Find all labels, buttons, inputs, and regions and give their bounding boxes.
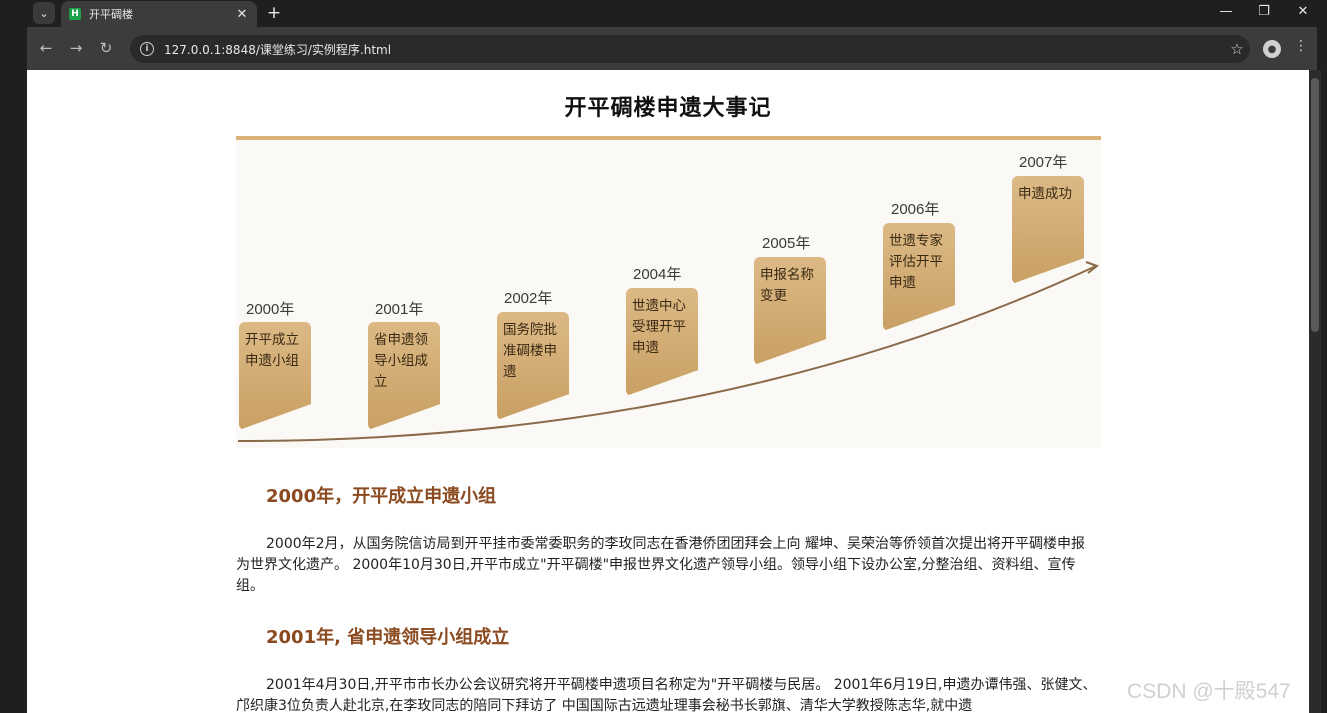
timeline-year: 2001年 (375, 301, 424, 318)
timeline-year: 2002年 (504, 290, 553, 307)
timeline-event: 世遗专家评估开平申遗 (889, 233, 943, 291)
menu-dots-icon[interactable]: ⋮ (1293, 38, 1309, 54)
tab-search-icon[interactable]: ⌄ (33, 2, 55, 24)
site-info-icon[interactable]: i (140, 42, 154, 56)
vertical-scrollbar[interactable] (1309, 70, 1321, 713)
timeline-year: 2006年 (891, 201, 940, 218)
timeline-event: 申报名称变更 (760, 267, 814, 304)
bookmark-star-icon[interactable]: ☆ (1224, 40, 1250, 58)
timeline-year: 2004年 (633, 266, 682, 283)
window-close-icon[interactable]: ✕ (1293, 3, 1313, 21)
back-icon[interactable]: ← (37, 39, 55, 57)
url-text[interactable]: 127.0.0.1:8848/课堂练习/实例程序.html (164, 41, 1224, 58)
timeline-event: 申遗成功 (1018, 186, 1072, 202)
scrollbar-thumb[interactable] (1311, 78, 1319, 332)
new-tab-icon[interactable]: + (264, 3, 284, 23)
timeline-event: 省申遗领导小组成立 (374, 332, 428, 390)
timeline-event: 开平成立申遗小组 (245, 332, 299, 369)
timeline-graphic: 2000年 开平成立申遗小组 2001年 省申遗领导小组成立 2002年 国务院… (236, 136, 1101, 448)
timeline-year: 2000年 (246, 301, 295, 318)
timeline-event: 世遗中心受理开平申遗 (632, 298, 686, 356)
timeline-year: 2007年 (1019, 154, 1068, 171)
section-heading: 2001年, 省申遗领导小组成立 (266, 627, 510, 648)
restore-icon[interactable]: ❐ (1254, 3, 1274, 21)
active-tab[interactable]: H 开平碉楼 ✕ (61, 1, 257, 27)
html-file-icon: H (69, 8, 81, 20)
tab-bar: ⌄ H 开平碉楼 ✕ + — ❐ ✕ (0, 0, 1327, 27)
page-viewport: 开平碉楼申遗大事记 2000年 开平成立申遗小组 2001年 省申遗领导小组成立… (27, 70, 1309, 713)
address-bar[interactable]: i 127.0.0.1:8848/课堂练习/实例程序.html ☆ (130, 35, 1250, 63)
section-paragraph: 2000年2月，从国务院信访局到开平挂市委常委职务的李玫同志在香港侨团团拜会上向… (236, 536, 1085, 594)
reload-icon[interactable]: ↻ (97, 39, 115, 57)
close-tab-icon[interactable]: ✕ (235, 7, 249, 22)
minimize-icon[interactable]: — (1216, 3, 1236, 21)
timeline-year: 2005年 (762, 235, 811, 252)
profile-icon[interactable]: ● (1263, 40, 1281, 58)
tab-title: 开平碉楼 (89, 8, 133, 21)
timeline-event: 国务院批准碉楼申遗 (503, 322, 557, 380)
section-paragraph: 2001年4月30日,开平市市长办公会议研究将开平碉楼申遗项目名称定为"开平碉楼… (236, 677, 1097, 713)
page-title: 开平碉楼申遗大事记 (564, 96, 772, 121)
section-heading: 2000年，开平成立申遗小组 (266, 486, 497, 507)
forward-icon[interactable]: → (67, 39, 85, 57)
watermark: CSDN @十殿547 (1127, 680, 1291, 703)
browser-toolbar: ← → ↻ i 127.0.0.1:8848/课堂练习/实例程序.html ☆ … (27, 27, 1317, 70)
